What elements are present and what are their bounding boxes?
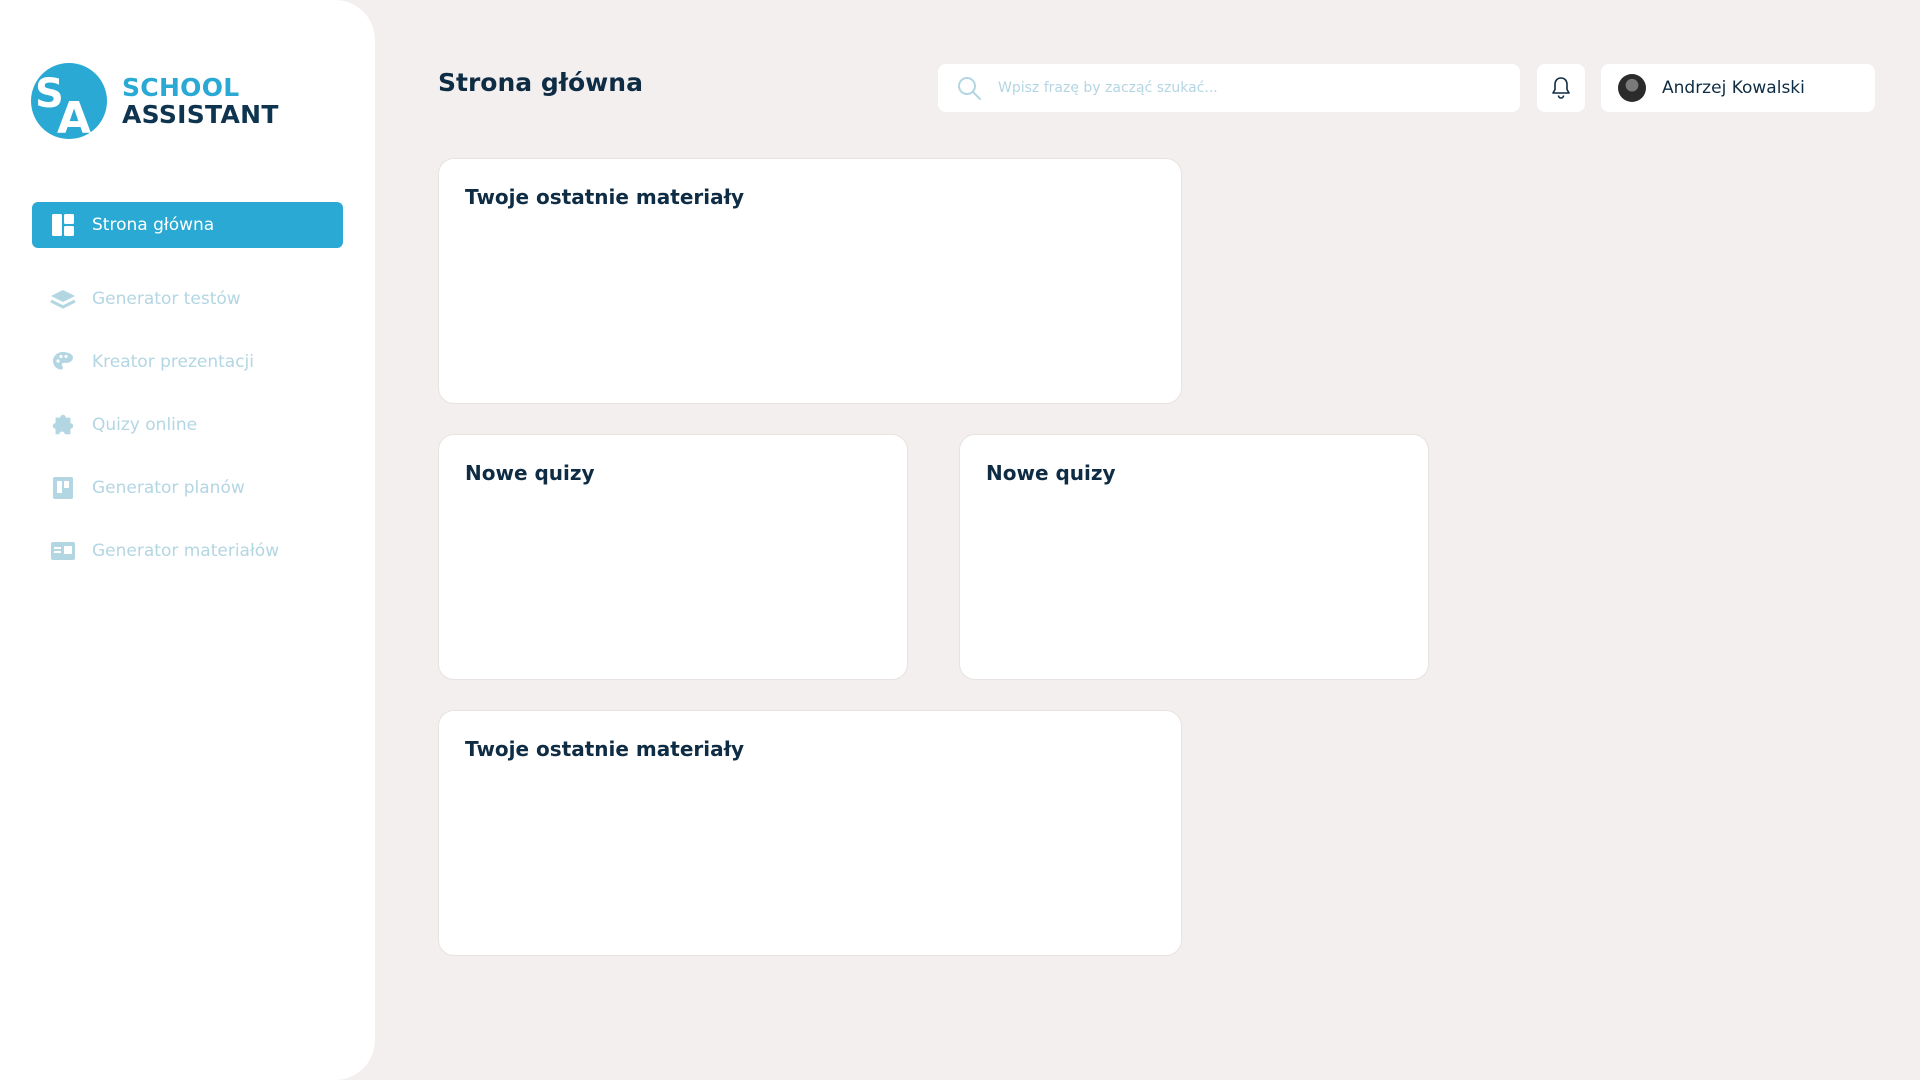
sidebar-item-label: Quizy online [92,415,198,435]
sidebar-item-generator-materialow[interactable]: Generator materiałów [32,528,343,574]
logo-line-assistant: ASSISTANT [122,100,279,129]
sidebar-item-label: Strona główna [92,215,215,235]
card-title: Nowe quizy [465,461,595,485]
logo-line-school: SCHOOL [122,73,240,102]
card-new-quizzes-2: Nowe quizy [959,434,1429,680]
search-bar[interactable] [938,64,1520,112]
id-card-icon [50,538,76,564]
sidebar-item-label: Generator testów [92,289,241,309]
sidebar-item-generator-testow[interactable]: Generator testów [32,276,343,322]
palette-icon [50,349,76,375]
sidebar-item-label: Generator materiałów [92,541,280,561]
card-title: Twoje ostatnie materiały [465,185,745,209]
app-root: S A SCHOOL ASSISTANT Strona główna Gener… [0,0,1920,1080]
sidebar: S A SCHOOL ASSISTANT Strona główna Gener… [0,0,375,1080]
avatar [1618,74,1646,102]
sidebar-item-quizy-online[interactable]: Quizy online [32,402,343,448]
logo-mark-icon: S A [31,63,107,139]
notifications-button[interactable] [1537,64,1585,112]
board-icon [50,475,76,501]
card-recent-materials-2: Twoje ostatnie materiały [438,710,1182,956]
dashboard-icon [50,212,76,238]
search-icon [958,77,981,100]
page-title: Strona główna [438,68,643,97]
sidebar-item-generator-planow[interactable]: Generator planów [32,465,343,511]
card-title: Twoje ostatnie materiały [465,737,745,761]
logo-text: SCHOOL ASSISTANT [122,74,279,128]
svg-text:A: A [57,93,91,139]
bell-icon [1552,77,1570,99]
sidebar-item-label: Generator planów [92,478,245,498]
sidebar-item-label: Kreator prezentacji [92,352,254,372]
search-input[interactable] [996,79,1480,97]
puzzle-icon [50,412,76,438]
card-title: Nowe quizy [986,461,1116,485]
layers-icon [50,286,76,312]
user-name: Andrzej Kowalski [1662,78,1805,98]
sidebar-item-kreator-prezentacji[interactable]: Kreator prezentacji [32,339,343,385]
sidebar-nav: Strona główna Generator testów Kreator p… [32,202,343,574]
user-menu[interactable]: Andrzej Kowalski [1601,64,1875,112]
sidebar-item-strona-glowna[interactable]: Strona główna [32,202,343,248]
card-new-quizzes: Nowe quizy [438,434,908,680]
card-recent-materials: Twoje ostatnie materiały [438,158,1182,404]
logo[interactable]: S A SCHOOL ASSISTANT [31,63,279,139]
